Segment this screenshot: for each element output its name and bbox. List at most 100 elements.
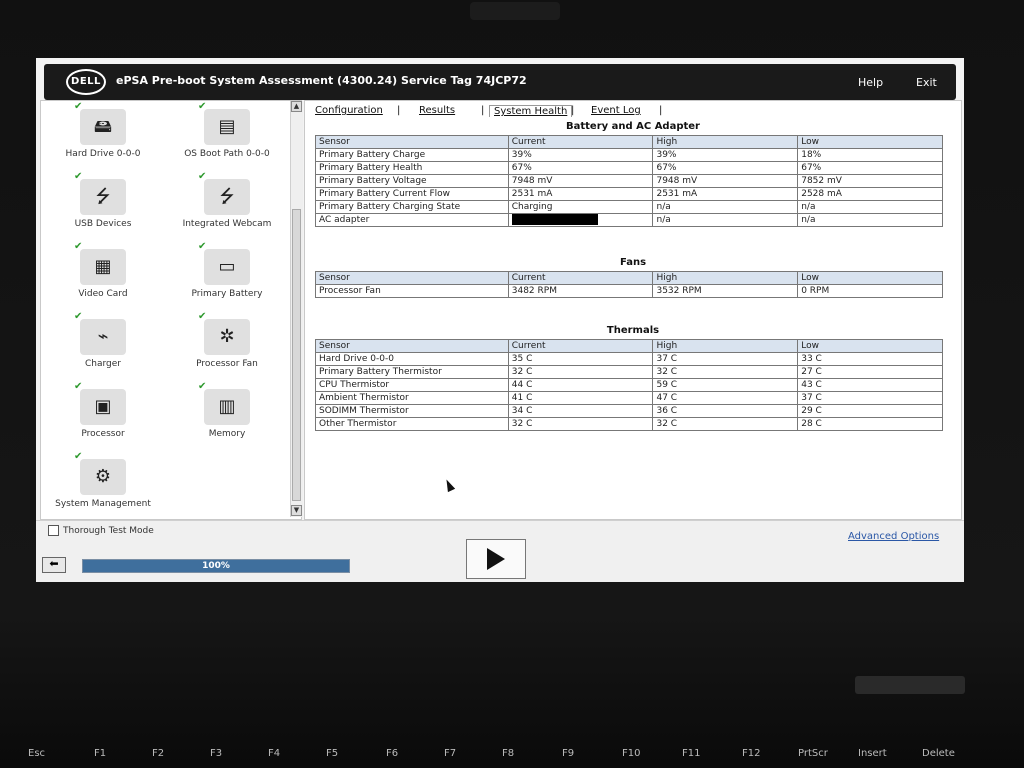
table-cell: 7948 mV [507, 174, 654, 188]
column-header: Current [507, 339, 654, 353]
back-button[interactable]: ⬅ [42, 557, 66, 573]
key-f10: F10 [622, 748, 641, 759]
column-header: Low [797, 271, 943, 285]
check-icon: ✔ [74, 311, 83, 322]
processor-icon: ✔ ▣ [74, 381, 126, 425]
table-row: Hard Drive 0-0-0 35 C 37 C 33 C [315, 352, 943, 366]
device-integrated-webcam[interactable]: ✔ ⭍ Integrated Webcam [165, 171, 289, 229]
column-header: Sensor [315, 271, 509, 285]
device-glyph: ▣ [94, 396, 112, 417]
device-system-management[interactable]: ✔ ⚙ System Management [41, 451, 165, 509]
table-cell: 2528 mA [797, 187, 943, 201]
table-row: AC adapter n/a n/a [315, 213, 943, 227]
device-label: Video Card [78, 289, 128, 299]
table-cell: 32 C [652, 417, 799, 431]
table-row: Other Thermistor 32 C 32 C 28 C [315, 417, 943, 431]
table-cell: Hard Drive 0-0-0 [315, 352, 509, 366]
charger-icon: ✔ ⌁ [74, 311, 126, 355]
table-cell: 29 C [797, 404, 943, 418]
battery-table: Sensor Current High Low Primary Battery Char… [315, 135, 943, 227]
device-label: Hard Drive 0-0-0 [65, 149, 141, 159]
app-title: ePSA Pre-boot System Assessment (4300.24… [116, 74, 527, 87]
device-glyph: ▥ [218, 396, 236, 417]
key-f4: F4 [268, 748, 281, 759]
thorough-test-mode[interactable]: Thorough Test Mode [48, 525, 154, 536]
check-icon: ✔ [74, 451, 83, 462]
table-cell: 35 C [507, 352, 654, 366]
device-label: OS Boot Path 0-0-0 [184, 149, 270, 159]
tab-separator: | [397, 105, 401, 116]
keyboard-function-row: Esc F1 F2 F3 F4 F5 F6 F7 F8 F9 F10 F11 F12 PrtScr Inse… [0, 740, 1024, 768]
table-cell: 39% [652, 148, 799, 162]
screen: DELL ePSA Pre-boot System Assessment (43… [36, 58, 964, 582]
device-list-scrollbar[interactable]: ▲ ▼ [290, 101, 303, 517]
device-primary-battery[interactable]: ✔ ▭ Primary Battery [165, 241, 289, 299]
table-row: Primary Battery Voltage 7948 mV 7948 mV 785… [315, 174, 943, 188]
table-cell: AC adapter [315, 213, 509, 227]
device-label: Processor [81, 429, 125, 439]
start-test-button[interactable] [466, 539, 526, 579]
mouse-cursor-icon [442, 477, 456, 493]
table-cell: 37 C [652, 352, 799, 366]
column-header: Low [797, 339, 943, 353]
hard-drive-icon: ✔ 🖴 [74, 101, 126, 145]
battery-section-title: Battery and AC Adapter [565, 121, 700, 132]
check-icon: ✔ [198, 241, 207, 252]
table-cell: 36 C [652, 404, 799, 418]
advanced-options-link[interactable]: Advanced Options [848, 531, 939, 542]
table-header-row: Sensor Current High Low [315, 271, 943, 285]
system-health-panel: Configuration | Results | System Health … [304, 100, 962, 520]
device-charger[interactable]: ✔ ⌁ Charger [41, 311, 165, 369]
device-video-card[interactable]: ✔ ▦ Video Card [41, 241, 165, 299]
column-header: High [652, 271, 799, 285]
column-header: High [652, 135, 799, 149]
table-cell: 67% [652, 161, 799, 175]
back-arrow-icon: ⬅ [49, 557, 59, 570]
help-button[interactable]: Help [858, 76, 883, 89]
bezel-logo [470, 2, 560, 20]
device-os-boot-path-0-0-0[interactable]: ✔ ▤ OS Boot Path 0-0-0 [165, 101, 289, 159]
key-f3: F3 [210, 748, 223, 759]
key-f11: F11 [682, 748, 701, 759]
dell-logo: DELL [66, 69, 106, 95]
table-row: Primary Battery Charge 39% 39% 18% [315, 148, 943, 162]
memory-icon: ✔ ▥ [198, 381, 250, 425]
column-header: Current [507, 135, 654, 149]
table-cell: 18% [797, 148, 943, 162]
scroll-up-button[interactable]: ▲ [291, 101, 302, 112]
key-f5: F5 [326, 748, 339, 759]
thorough-test-checkbox[interactable] [48, 525, 59, 536]
scroll-down-button[interactable]: ▼ [291, 505, 302, 516]
table-cell: 28 C [797, 417, 943, 431]
table-cell: 32 C [652, 365, 799, 379]
table-cell: 3532 RPM [652, 284, 799, 298]
tab-configuration[interactable]: Configuration [315, 105, 383, 116]
device-usb-devices[interactable]: ✔ ⭍ USB Devices [41, 171, 165, 229]
device-processor[interactable]: ✔ ▣ Processor [41, 381, 165, 439]
table-cell: 27 C [797, 365, 943, 379]
table-row: Primary Battery Thermistor 32 C 32 C 27 C [315, 365, 943, 379]
tab-event-log[interactable]: Event Log [591, 105, 641, 116]
table-cell: n/a [652, 213, 799, 227]
table-row: Primary Battery Current Flow 2531 mA 2531 … [315, 187, 943, 201]
table-cell: 41 C [507, 391, 654, 405]
fans-table: Sensor Current High Low Processor Fan 3482 RP… [315, 271, 943, 298]
table-cell: 32 C [507, 365, 654, 379]
device-hard-drive-0-0-0[interactable]: ✔ 🖴 Hard Drive 0-0-0 [41, 101, 165, 159]
table-cell: Primary Battery Voltage [315, 174, 509, 188]
exit-button[interactable]: Exit [916, 76, 937, 89]
column-header: High [652, 339, 799, 353]
table-row: Primary Battery Charging State Charging n/… [315, 200, 943, 214]
table-cell: Processor Fan [315, 284, 509, 298]
tab-system-health[interactable]: System Health [489, 105, 573, 117]
key-f8: F8 [502, 748, 515, 759]
table-cell: 44 C [507, 378, 654, 392]
device-processor-fan[interactable]: ✔ ✲ Processor Fan [165, 311, 289, 369]
device-glyph: ⚙ [94, 466, 112, 487]
tab-separator: | [659, 105, 663, 116]
table-cell: Primary Battery Charge [315, 148, 509, 162]
device-memory[interactable]: ✔ ▥ Memory [165, 381, 289, 439]
thermals-table: Sensor Current High Low Hard Drive 0-0-0 35 C… [315, 339, 943, 431]
tab-results[interactable]: Results [419, 105, 455, 116]
scroll-thumb[interactable] [292, 209, 301, 501]
